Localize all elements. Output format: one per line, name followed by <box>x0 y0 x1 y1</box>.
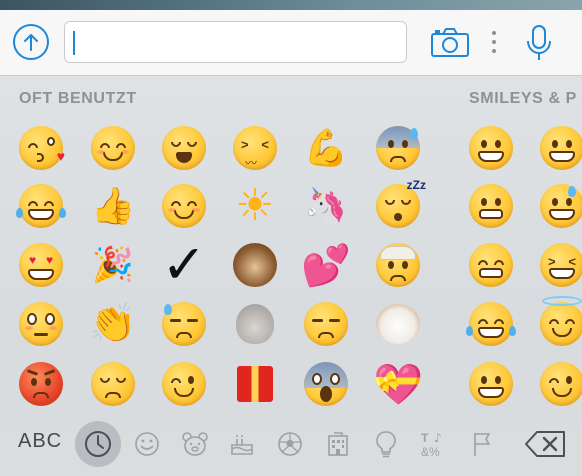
emoji-smiling-face[interactable] <box>87 122 139 174</box>
emoji-keyboard-panel: OFT BENUTZT SMILEYS & P ♥ > < 〰 💪 👍 ☀ 🦄 zZ… <box>0 76 582 476</box>
emoji-see-no-evil-monkey[interactable] <box>229 239 281 291</box>
emoji-flexed-biceps[interactable]: 💪 <box>300 122 352 174</box>
svg-text:♪: ♪ <box>434 431 442 445</box>
building-icon <box>328 432 348 456</box>
light-bulb-icon <box>376 431 396 458</box>
emoji-grinning-face-partial[interactable] <box>536 122 582 174</box>
category-smileys-button[interactable] <box>127 424 167 464</box>
emoji-face-blowing-kiss[interactable]: ♥ <box>15 122 67 174</box>
camera-button[interactable] <box>430 26 470 58</box>
emoji-grinning-sweat-partial[interactable] <box>536 180 582 232</box>
more-options-button[interactable] <box>486 28 502 56</box>
emoji-grimacing-face[interactable] <box>465 180 517 232</box>
emoji-squinting-laughing-partial[interactable]: > < <box>536 239 582 291</box>
emoji-wrapped-gift[interactable] <box>229 358 281 410</box>
category-objects-button[interactable] <box>366 424 406 464</box>
emoji-sun[interactable]: ☀ <box>229 180 281 232</box>
emoji-smiling-face-with-halo-partial[interactable] <box>536 296 582 350</box>
message-text-field[interactable] <box>64 21 407 63</box>
emoji-winking-face-partial[interactable] <box>536 358 582 410</box>
emoji-flushed-face[interactable] <box>15 298 67 350</box>
emoji-winking-face[interactable] <box>158 358 210 410</box>
emoji-smiling-face-with-smiling-eyes[interactable] <box>158 180 210 232</box>
background-strip <box>0 0 582 10</box>
emoji-confounded-face[interactable]: > < 〰 <box>229 122 281 174</box>
microphone-icon <box>527 25 551 60</box>
recent-clock-icon <box>85 431 111 457</box>
emoji-face-with-tears-of-joy[interactable] <box>15 180 67 232</box>
category-symbols-button[interactable]: T ♪ &% <box>414 424 454 464</box>
more-dot-icon <box>492 40 496 44</box>
soccer-ball-icon <box>278 432 302 456</box>
emoji-category-bar: ABC T ♪ &% <box>0 412 582 476</box>
category-activity-button[interactable] <box>270 424 310 464</box>
smiley-icon <box>135 432 159 456</box>
flag-icon <box>474 433 491 456</box>
delete-button[interactable] <box>524 430 568 458</box>
emoji-dog-face[interactable] <box>372 298 424 350</box>
category-travel-button[interactable] <box>318 424 358 464</box>
category-food-button[interactable] <box>222 424 262 464</box>
emoji-rabbit-face[interactable] <box>229 298 281 350</box>
emoji-party-popper[interactable]: 🎉 <box>87 239 139 291</box>
category-animals-button[interactable] <box>175 424 215 464</box>
svg-text:&%: &% <box>421 445 440 458</box>
emoji-downcast-face-with-sweat[interactable] <box>158 298 210 350</box>
emoji-clapping-hands[interactable]: 👏 <box>87 298 139 350</box>
svg-text:T: T <box>421 431 429 445</box>
more-dot-icon <box>492 49 496 53</box>
symbols-icon: T ♪ &% <box>421 431 442 458</box>
emoji-face-with-tears-of-joy-2[interactable] <box>465 298 517 350</box>
cake-icon <box>231 435 253 455</box>
more-dot-icon <box>492 31 496 35</box>
emoji-unicorn[interactable]: 🦄 <box>300 180 352 232</box>
message-input-bar <box>0 10 582 76</box>
emoji-grimacing-face-2[interactable] <box>465 239 517 291</box>
emoji-weary-face[interactable] <box>158 122 210 174</box>
emoji-grinning-face[interactable] <box>465 122 517 174</box>
section-title-frequently-used: OFT BENUTZT <box>19 90 137 107</box>
emoji-heart-eyes-face[interactable]: ♥ ♥ <box>15 239 67 291</box>
emoji-check-mark[interactable]: ✓ <box>158 238 210 292</box>
upload-arrow-icon <box>24 34 38 51</box>
emoji-pouting-face[interactable] <box>15 358 67 410</box>
camera-icon <box>431 28 469 57</box>
section-title-smileys-people: SMILEYS & P <box>469 90 577 107</box>
bear-icon <box>182 432 208 456</box>
emoji-face-with-head-bandage[interactable] <box>372 239 424 291</box>
upload-button[interactable] <box>13 24 49 60</box>
text-caret <box>73 31 75 55</box>
emoji-two-hearts[interactable]: 💕 <box>300 239 352 291</box>
abc-keyboard-button[interactable]: ABC <box>18 430 62 453</box>
category-recent-button[interactable] <box>75 421 121 467</box>
microphone-button[interactable] <box>524 24 554 62</box>
emoji-thumbs-up[interactable]: 👍 <box>87 180 139 232</box>
backspace-icon <box>525 431 565 457</box>
emoji-unamused-face[interactable] <box>300 298 352 350</box>
category-flags-button[interactable] <box>462 424 502 464</box>
emoji-grinning-face-2[interactable] <box>465 358 517 410</box>
emoji-anxious-face-with-sweat[interactable] <box>372 122 424 174</box>
emoji-face-screaming-in-fear[interactable] <box>300 358 352 410</box>
emoji-sleeping-face[interactable]: zZz <box>372 178 426 232</box>
emoji-pensive-face[interactable] <box>87 358 139 410</box>
emoji-heart-with-ribbon[interactable]: 💝 <box>372 358 424 410</box>
